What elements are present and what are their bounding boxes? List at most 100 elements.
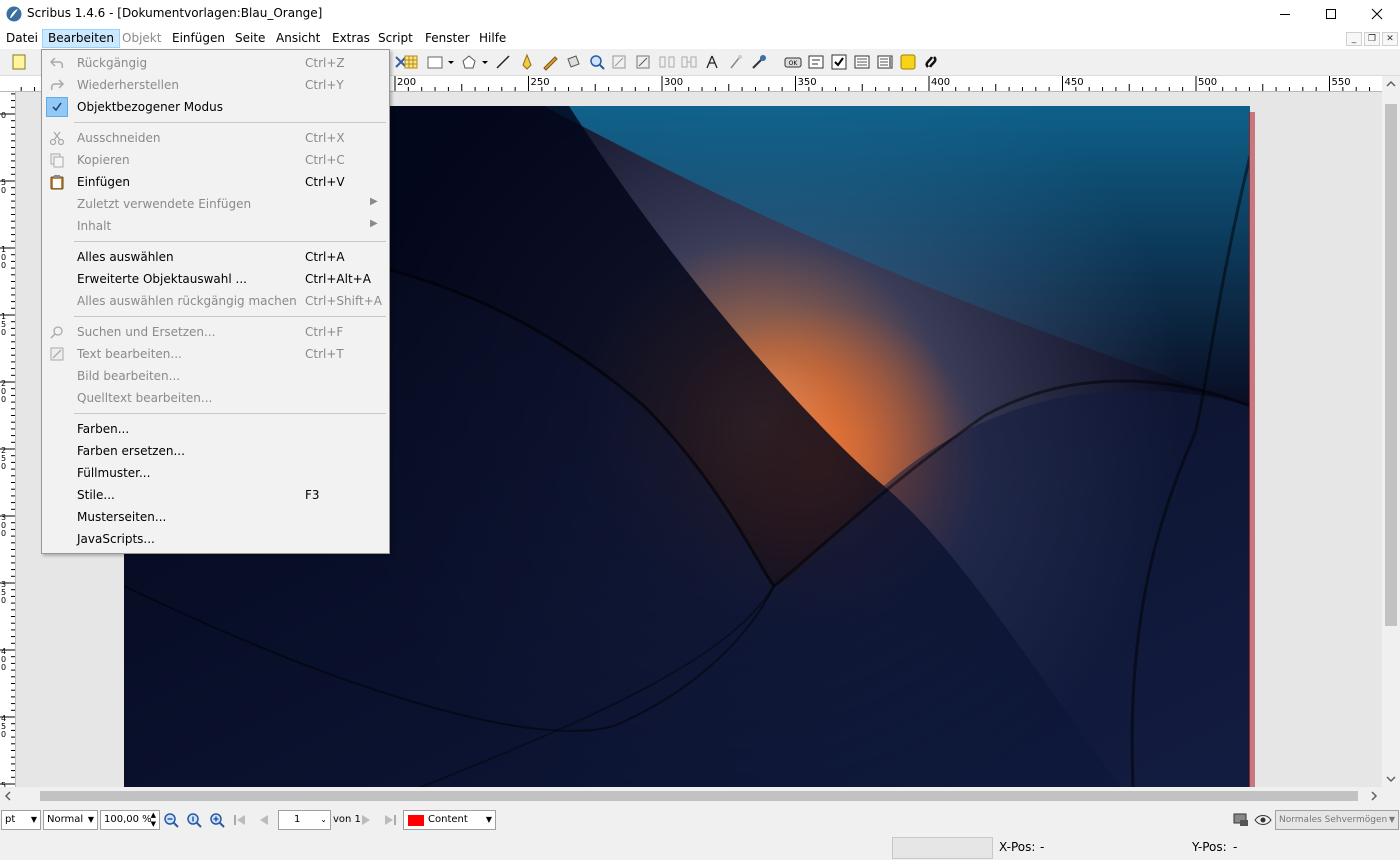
menu-item-select-all[interactable]: Alles auswählen Ctrl+A <box>44 246 387 268</box>
menu-item-copy[interactable]: Kopieren Ctrl+C <box>44 149 387 171</box>
menu-item-styles[interactable]: Stile... F3 <box>44 484 387 506</box>
menu-item-advanced-select[interactable]: Erweiterte Objektauswahl ... Ctrl+Alt+A <box>44 268 387 290</box>
scroll-right-icon[interactable] <box>1366 787 1382 805</box>
layer-color-swatch <box>408 815 424 826</box>
next-page-icon[interactable] <box>358 812 374 828</box>
edit-menu-dropdown: Rückgängig Ctrl+Z Wiederherstellen Ctrl+… <box>41 49 390 554</box>
previous-page-icon[interactable] <box>256 812 272 828</box>
pdf-combobox-icon[interactable] <box>853 53 871 71</box>
pdf-button-icon[interactable]: OK <box>784 53 802 71</box>
pdf-textfield-icon[interactable] <box>807 53 825 71</box>
ruler-label: 0 <box>1 111 6 120</box>
preview-settings-icon[interactable] <box>1232 812 1250 828</box>
menu-item-paste[interactable]: Einfügen Ctrl+V <box>44 171 387 193</box>
menu-separator <box>74 122 386 123</box>
polygon-tool-icon[interactable] <box>460 53 478 71</box>
unlink-frames-icon[interactable] <box>680 53 698 71</box>
menu-item-cut[interactable]: Ausschneiden Ctrl+X <box>44 127 387 149</box>
menu-item-contents[interactable]: Inhalt ▶ <box>44 215 387 237</box>
line-tool-icon[interactable] <box>494 53 512 71</box>
menu-ansicht[interactable]: Ansicht <box>270 29 326 48</box>
eye-icon[interactable] <box>1254 812 1272 828</box>
chevron-down-icon: ▼ <box>485 815 492 824</box>
minimize-button[interactable] <box>1262 0 1308 28</box>
menu-item-label: Inhalt <box>77 219 112 233</box>
menu-item-undo[interactable]: Rückgängig Ctrl+Z <box>44 52 387 74</box>
menu-objekt[interactable]: Objekt <box>116 29 167 48</box>
polygon-dropdown-icon[interactable] <box>480 53 490 71</box>
menu-item-deselect-all[interactable]: Alles auswählen rückgängig machen Ctrl+S… <box>44 290 387 312</box>
menu-seite[interactable]: Seite <box>229 29 271 48</box>
horizontal-scrollbar-thumb[interactable] <box>40 791 1358 801</box>
menu-item-label: Stile... <box>77 488 115 502</box>
menu-item-label: Wiederherstellen <box>77 78 179 92</box>
menu-item-patterns[interactable]: Füllmuster... <box>44 462 387 484</box>
bezier-tool-icon[interactable] <box>518 53 536 71</box>
unit-select[interactable]: pt ▼ <box>1 810 41 830</box>
menu-item-paste-recent[interactable]: Zuletzt verwendete Einfügen ▶ <box>44 193 387 215</box>
shape-tool-icon[interactable] <box>426 53 444 71</box>
mdi-restore-button[interactable]: ❐ <box>1364 32 1380 46</box>
x-pos-label: X-Pos: <box>999 840 1036 854</box>
last-page-icon[interactable] <box>382 812 398 828</box>
menu-einfuegen[interactable]: Einfügen <box>166 29 231 48</box>
menu-item-label: Rückgängig <box>77 56 148 70</box>
scroll-left-icon[interactable] <box>0 787 16 805</box>
preview-mode-select[interactable]: Normal ▼ <box>43 810 98 830</box>
menu-item-edit-image[interactable]: Bild bearbeiten... <box>44 365 387 387</box>
menu-item-edit-source[interactable]: Quelltext bearbeiten... <box>44 387 387 409</box>
layer-select[interactable]: Content ▼ <box>403 810 496 830</box>
freehand-tool-icon[interactable] <box>541 53 559 71</box>
vertical-scrollbar-thumb[interactable] <box>1385 104 1397 626</box>
menu-item-shortcut: Ctrl+X <box>305 131 345 145</box>
new-document-icon[interactable] <box>10 53 28 71</box>
copy-properties-icon[interactable] <box>727 53 745 71</box>
scroll-up-icon[interactable] <box>1382 76 1400 92</box>
measure-tool-icon[interactable] <box>703 53 721 71</box>
page-number-select[interactable]: 1 ⌄ <box>278 810 331 830</box>
zoom-100-icon[interactable] <box>185 811 203 829</box>
scroll-down-icon[interactable] <box>1382 771 1400 787</box>
menu-bearbeiten[interactable]: Bearbeiten <box>42 29 120 48</box>
rotate-tool-icon[interactable] <box>564 53 582 71</box>
submenu-arrow-icon: ▶ <box>370 218 378 229</box>
menu-item-edit-text[interactable]: Text bearbeiten... Ctrl+T <box>44 343 387 365</box>
zoom-input[interactable]: 100,00 % ▲ ▼ <box>100 810 160 830</box>
vertical-ruler[interactable]: 0501001502002503003504004505 <box>0 92 16 787</box>
table-tool-icon[interactable] <box>402 53 420 71</box>
text-annotation-icon[interactable] <box>899 53 917 71</box>
menu-script[interactable]: Script <box>372 29 419 48</box>
vertical-ruler-ticks: 0501001502002503003504004505 <box>0 93 15 787</box>
menu-item-replace-colors[interactable]: Farben ersetzen... <box>44 440 387 462</box>
menu-item-find-replace[interactable]: Suchen und Ersetzen... Ctrl+F <box>44 321 387 343</box>
menu-item-javascripts[interactable]: JavaScripts... <box>44 528 387 550</box>
x-pos-value: - <box>1040 840 1045 854</box>
first-page-icon[interactable] <box>232 812 248 828</box>
eyedropper-icon[interactable] <box>750 53 768 71</box>
menu-item-master-pages[interactable]: Musterseiten... <box>44 506 387 528</box>
menu-item-label: Zuletzt verwendete Einfügen <box>77 197 252 211</box>
close-button[interactable] <box>1354 0 1400 28</box>
mdi-close-button[interactable]: ✕ <box>1382 32 1398 46</box>
pdf-listbox-icon[interactable] <box>876 53 894 71</box>
menu-hilfe[interactable]: Hilfe <box>473 29 512 48</box>
edit-text-icon[interactable] <box>634 53 652 71</box>
menu-item-label: Farben ersetzen... <box>77 444 185 458</box>
menu-datei[interactable]: Datei <box>0 29 44 48</box>
shape-dropdown-icon[interactable] <box>446 53 456 71</box>
menu-item-redo[interactable]: Wiederherstellen Ctrl+Y <box>44 74 387 96</box>
maximize-button[interactable] <box>1308 0 1354 28</box>
zoom-tool-icon[interactable] <box>588 53 606 71</box>
menu-fenster[interactable]: Fenster <box>419 29 476 48</box>
link-frames-icon[interactable] <box>658 53 676 71</box>
color-vision-select[interactable]: Normales Sehvermögen ▼ <box>1275 810 1399 830</box>
mdi-minimize-button[interactable]: _ <box>1346 32 1362 46</box>
menu-item-item-action-mode[interactable]: Objektbezogener Modus <box>44 96 387 118</box>
link-annotation-icon[interactable] <box>922 53 940 71</box>
menu-extras[interactable]: Extras <box>326 29 376 48</box>
menu-item-colors[interactable]: Farben... <box>44 418 387 440</box>
zoom-in-icon[interactable] <box>208 811 226 829</box>
edit-content-icon[interactable] <box>610 53 628 71</box>
pdf-checkbox-icon[interactable] <box>830 53 848 71</box>
zoom-out-icon[interactable] <box>162 811 180 829</box>
